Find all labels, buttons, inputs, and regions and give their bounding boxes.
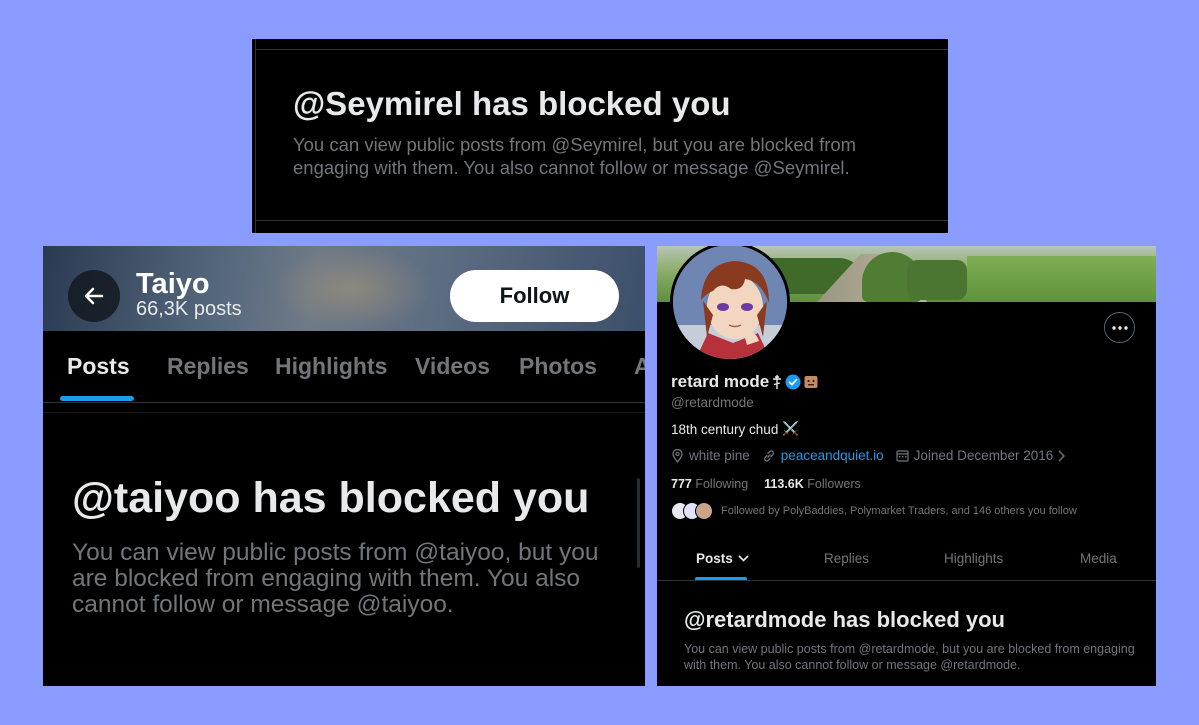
tab-highlights[interactable]: Highlights bbox=[944, 551, 1003, 566]
join-date-text: Joined December 2016 bbox=[913, 448, 1054, 463]
banner-lawn bbox=[967, 256, 1156, 302]
emoji-icon bbox=[804, 376, 818, 388]
tab-posts[interactable]: Posts bbox=[696, 551, 749, 566]
blocked-message: You can view public posts from @retardmo… bbox=[684, 642, 1135, 672]
following-label: Following bbox=[695, 477, 749, 491]
followers-count: 113.6K bbox=[764, 477, 804, 491]
tab-media[interactable]: Media bbox=[1080, 551, 1117, 566]
follow-button[interactable]: Follow bbox=[450, 270, 619, 322]
blocked-title: @taiyoo has blocked you bbox=[72, 474, 590, 522]
orthodox-cross-icon bbox=[773, 375, 782, 389]
blocked-message: You can view public posts from @taiyoo, … bbox=[72, 539, 599, 618]
tab-videos[interactable]: Videos bbox=[415, 353, 490, 380]
followers-link[interactable]: 113.6K Followers bbox=[764, 477, 861, 491]
website-link[interactable]: peaceandquiet.io bbox=[781, 448, 884, 463]
handle: @retardmode bbox=[671, 395, 754, 410]
avatar[interactable] bbox=[670, 246, 790, 362]
display-name-row: retard mode bbox=[671, 372, 818, 392]
display-name: retard mode bbox=[671, 372, 770, 391]
location: white pine bbox=[671, 448, 750, 463]
tab-more[interactable]: A bbox=[634, 353, 645, 380]
website: peaceandquiet.io bbox=[762, 448, 884, 463]
location-pin-icon bbox=[672, 448, 683, 463]
profile-header: Taiyo 66,3K posts Follow bbox=[43, 246, 645, 331]
blocked-title: @retardmode has blocked you bbox=[684, 607, 1005, 632]
link-icon bbox=[763, 449, 774, 462]
profile-tabs: Posts Replies Highlights Videos Photos A bbox=[43, 331, 645, 402]
bio: 18th century chud ⚔️ bbox=[671, 421, 799, 437]
following-count: 777 bbox=[671, 477, 692, 491]
followed-by[interactable]: Followed by PolyBaddies, Polymarket Trad… bbox=[671, 502, 1077, 520]
banner-hedge bbox=[907, 260, 967, 300]
arrow-left-icon bbox=[84, 287, 104, 305]
tab-photos[interactable]: Photos bbox=[519, 353, 597, 380]
posts-count: 66,3K posts bbox=[136, 298, 242, 320]
profile-tabs: Posts Replies Highlights Media bbox=[657, 536, 1156, 581]
chevron-right-icon[interactable] bbox=[1058, 450, 1066, 462]
divider bbox=[255, 49, 948, 50]
profile-name: Taiyo bbox=[136, 268, 210, 300]
profile-meta: white pine peaceandquiet.io Joined Decem… bbox=[671, 448, 1077, 463]
divider bbox=[657, 580, 1156, 581]
header-banner-glow bbox=[273, 246, 433, 331]
mini-avatar bbox=[695, 502, 713, 520]
bio-text: 18th century chud bbox=[671, 421, 779, 437]
active-tab-indicator bbox=[60, 396, 134, 401]
back-button[interactable] bbox=[68, 270, 120, 322]
divider bbox=[255, 220, 948, 221]
divider bbox=[255, 39, 256, 233]
tab-posts[interactable]: Posts bbox=[67, 353, 130, 380]
followers-label: Followers bbox=[807, 477, 861, 491]
calendar-icon bbox=[896, 450, 909, 462]
tab-posts-label: Posts bbox=[696, 551, 733, 566]
follower-avatars bbox=[671, 502, 713, 520]
left-profile-panel: Taiyo 66,3K posts Follow Posts Replies H… bbox=[43, 246, 645, 686]
scrollbar[interactable] bbox=[637, 478, 640, 568]
more-options-button[interactable] bbox=[1104, 312, 1135, 343]
chevron-down-icon bbox=[738, 555, 749, 562]
followed-by-text: Followed by PolyBaddies, Polymarket Trad… bbox=[721, 505, 1077, 517]
blocked-title: @Seymirel has blocked you bbox=[293, 85, 731, 122]
blocked-message: You can view public posts from @Seymirel… bbox=[293, 134, 857, 178]
verified-badge-icon bbox=[785, 374, 801, 390]
divider bbox=[43, 402, 645, 403]
top-blocked-panel: @Seymirel has blocked you You can view p… bbox=[252, 39, 948, 233]
tab-replies[interactable]: Replies bbox=[167, 353, 249, 380]
ellipsis-icon bbox=[1111, 325, 1128, 330]
follow-counts: 777 Following 113.6K Followers bbox=[671, 477, 861, 491]
tab-replies[interactable]: Replies bbox=[824, 551, 869, 566]
avatar-image bbox=[673, 246, 787, 359]
right-profile-panel: retard mode @retardmode 18th century chu… bbox=[657, 246, 1156, 686]
location-text: white pine bbox=[689, 448, 750, 463]
crossed-swords-icon: ⚔️ bbox=[782, 421, 800, 436]
divider bbox=[43, 412, 645, 413]
following-link[interactable]: 777 Following bbox=[671, 477, 748, 491]
tab-highlights[interactable]: Highlights bbox=[275, 353, 387, 380]
join-date: Joined December 2016 bbox=[896, 448, 1066, 463]
